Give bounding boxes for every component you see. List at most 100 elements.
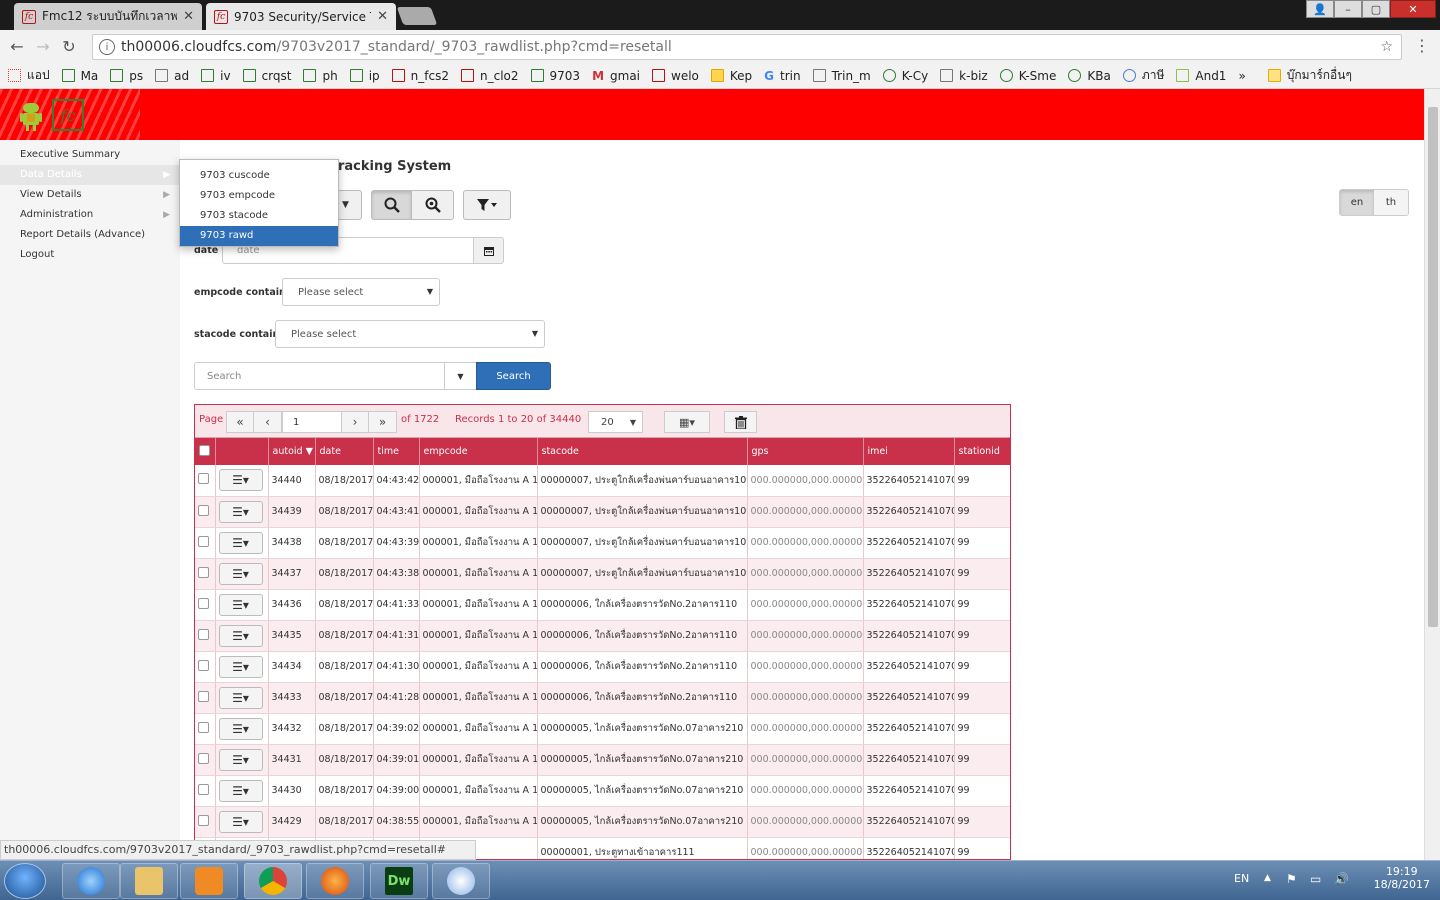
maximize-icon[interactable]: ▢ (1362, 0, 1390, 18)
submenu-item-rawd[interactable]: 9703 rawd (180, 226, 338, 246)
tray-expand-icon[interactable]: ▲ (1264, 873, 1271, 883)
column-header-autoid[interactable]: autoid ▼ (268, 438, 316, 465)
submenu-item-cuscode[interactable]: 9703 cuscode (180, 166, 338, 186)
bookmark-apps[interactable]: แอป (8, 66, 50, 85)
search-button[interactable]: Search (476, 362, 551, 390)
menu-dots-icon[interactable]: ⋮ (1414, 36, 1430, 55)
taskbar-firefox[interactable] (306, 863, 364, 899)
user-icon[interactable]: 👤 (1306, 0, 1334, 18)
select-all-checkbox[interactable] (199, 444, 210, 456)
browser-tab-9703[interactable]: fc 9703 Security/Service Tra ✕ (206, 3, 396, 30)
page-scrollbar[interactable] (1424, 89, 1440, 860)
bookmark-item[interactable]: And1 (1176, 69, 1226, 83)
bookmark-item[interactable]: Kep (710, 69, 752, 83)
minimize-icon[interactable]: – (1334, 0, 1362, 18)
tray-display-icon[interactable]: ▭ (1310, 872, 1321, 886)
system-clock[interactable]: 19:19 18/8/2017 (1374, 865, 1430, 891)
taskbar-ie[interactable] (62, 863, 120, 899)
first-page-button[interactable]: « (226, 411, 254, 433)
bookmark-item[interactable]: KBa (1068, 69, 1111, 83)
bookmark-item[interactable]: Mgmai (592, 69, 640, 84)
row-menu-button[interactable]: ☰▾ (218, 748, 263, 771)
search-options-button[interactable]: ▼ (444, 362, 477, 390)
taskbar-dreamweaver[interactable]: Dw (370, 863, 428, 899)
column-header-time[interactable]: time (373, 438, 420, 465)
bookmark-item[interactable]: ps (110, 69, 143, 83)
bookmark-item[interactable]: ip (349, 69, 380, 83)
row-menu-button[interactable]: ☰▾ (218, 500, 263, 523)
calendar-button[interactable] (473, 237, 504, 264)
delete-button[interactable] (724, 411, 757, 433)
sidebar-item-administration[interactable]: Administration ▶ (0, 205, 180, 225)
sidebar-item-data-details[interactable]: Data Details ▶ (0, 165, 180, 185)
back-arrow-icon[interactable]: ← (4, 37, 30, 56)
row-menu-button[interactable]: ☰▾ (218, 531, 263, 554)
close-icon[interactable]: ✕ (183, 9, 194, 24)
sidebar-item-executive-summary[interactable]: Executive Summary (0, 145, 180, 165)
row-menu-button[interactable]: ☰▾ (218, 469, 263, 492)
filter-button[interactable] (463, 190, 511, 220)
row-checkbox[interactable] (198, 597, 209, 609)
window-close-icon[interactable]: ✕ (1390, 0, 1436, 18)
search-toggle-button[interactable] (371, 190, 412, 220)
bookmarks-overflow[interactable]: » (1238, 69, 1245, 83)
reload-icon[interactable]: ↻ (56, 37, 82, 56)
row-checkbox[interactable] (198, 566, 209, 578)
taskbar-chrome[interactable] (244, 863, 302, 899)
bookmark-item[interactable]: K-Cy (882, 69, 928, 83)
keyboard-language[interactable]: EN (1234, 872, 1249, 885)
stacode-select[interactable]: Please select ▼ (275, 320, 545, 348)
column-header-date[interactable]: date (315, 438, 374, 465)
row-menu-button[interactable]: ☰▾ (218, 779, 263, 802)
next-page-button[interactable]: › (341, 411, 369, 433)
taskbar-explorer[interactable] (120, 863, 178, 899)
bookmark-item[interactable]: welo (652, 69, 699, 83)
submenu-item-stacode[interactable]: 9703 stacode (180, 206, 338, 226)
row-checkbox[interactable] (198, 690, 209, 702)
bookmark-item[interactable]: Gtrin (764, 69, 800, 84)
row-checkbox[interactable] (198, 814, 209, 826)
row-checkbox[interactable] (198, 473, 209, 485)
bookmark-item[interactable]: K-Sme (999, 69, 1056, 83)
row-menu-button[interactable]: ☰▾ (218, 686, 263, 709)
bookmark-item[interactable]: Ma (61, 69, 98, 83)
row-checkbox[interactable] (198, 535, 209, 547)
bookmark-item[interactable]: k-biz (940, 69, 988, 83)
bookmark-item[interactable]: n_clo2 (461, 69, 519, 83)
column-header-gps[interactable]: gps (747, 438, 864, 465)
bookmark-item[interactable]: 9703 (530, 69, 580, 83)
row-menu-button[interactable]: ☰▾ (218, 717, 263, 740)
bookmark-item[interactable]: ph (303, 69, 338, 83)
forward-arrow-icon[interactable]: → (30, 37, 56, 56)
new-tab-button[interactable] (396, 7, 438, 25)
row-checkbox[interactable] (198, 504, 209, 516)
page-size-select[interactable]: 20 ▼ (588, 411, 643, 433)
advanced-search-button[interactable] (411, 190, 454, 220)
bookmark-item[interactable]: crqst (242, 69, 291, 83)
bookmark-item[interactable]: n_fcs2 (391, 69, 449, 83)
column-header-empcode[interactable]: empcode (419, 438, 538, 465)
bookmark-item[interactable]: ภาษี (1122, 66, 1164, 85)
row-checkbox[interactable] (198, 721, 209, 733)
row-checkbox[interactable] (198, 659, 209, 671)
column-options-button[interactable]: ▦▾ (664, 411, 710, 433)
tray-volume-icon[interactable]: 🔊 (1334, 872, 1349, 886)
close-icon[interactable]: ✕ (377, 9, 388, 24)
taskbar-media[interactable] (180, 863, 238, 899)
column-header-imei[interactable]: imei (863, 438, 955, 465)
scrollbar-thumb[interactable] (1428, 107, 1438, 627)
bookmark-item[interactable]: ad (155, 69, 189, 83)
sidebar-item-view-details[interactable]: View Details ▶ (0, 185, 180, 205)
taskbar-paint[interactable] (432, 863, 490, 899)
last-page-button[interactable]: » (368, 411, 397, 433)
tray-network-icon[interactable]: ⚑ (1286, 872, 1297, 886)
column-header-stationid[interactable]: stationid (954, 438, 1010, 465)
other-bookmarks[interactable]: บุ๊กมาร์กอื่นๆ (1267, 66, 1352, 85)
row-checkbox[interactable] (198, 752, 209, 764)
empcode-select[interactable]: Please select ▼ (282, 278, 440, 306)
sidebar-item-logout[interactable]: Logout (0, 245, 180, 265)
row-menu-button[interactable]: ☰▾ (218, 562, 263, 585)
info-icon[interactable]: i (99, 39, 115, 55)
row-checkbox[interactable] (198, 783, 209, 795)
sidebar-item-report-details[interactable]: Report Details (Advance) (0, 225, 180, 245)
